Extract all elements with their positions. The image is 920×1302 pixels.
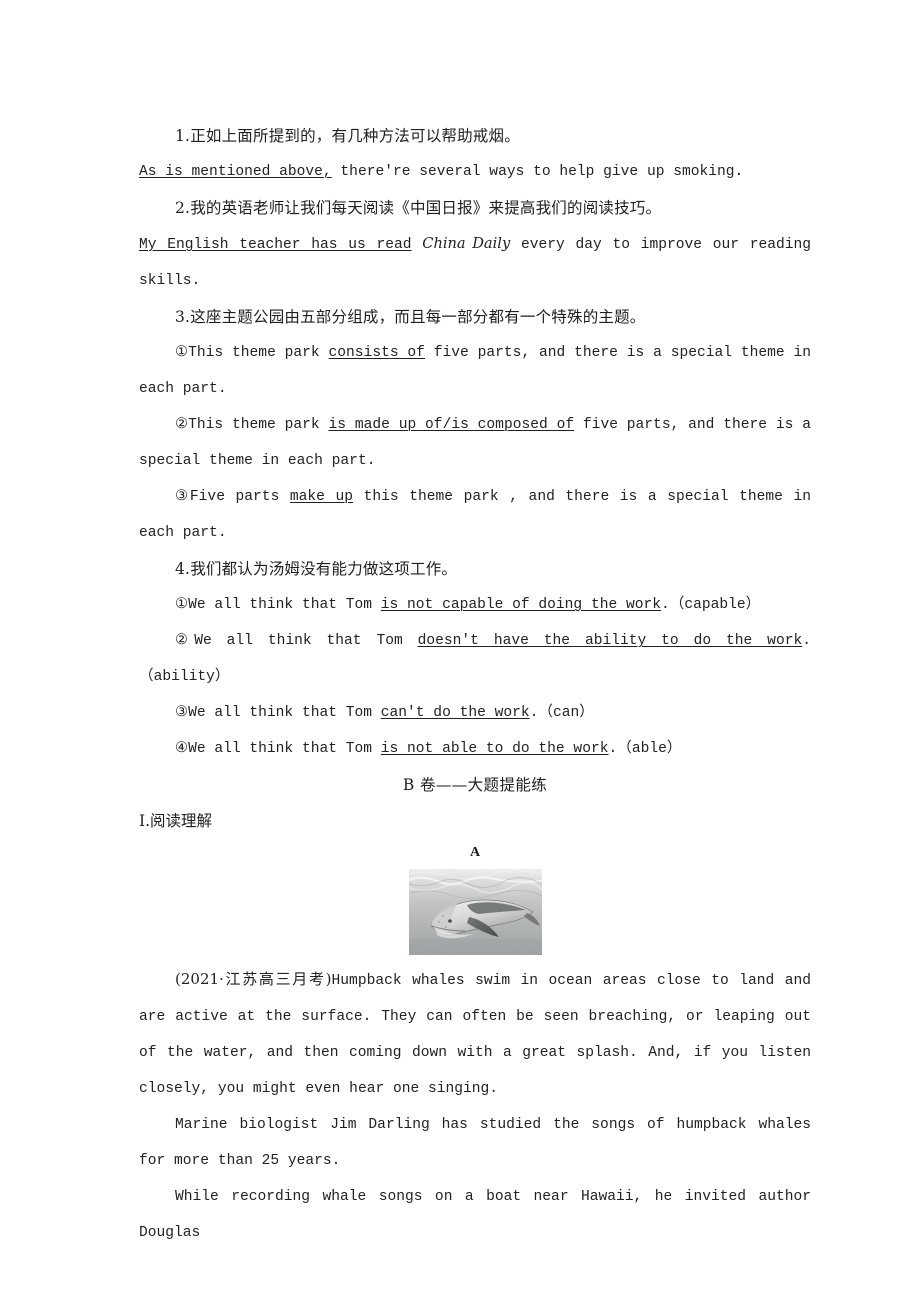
item-3-sub-1-underlined: consists of (328, 345, 425, 361)
item-3-chinese-text: 这座主题公园由五部分组成，而且每一部分都有一个特殊的主题。 (190, 308, 646, 326)
item-4-sub-3-pre: We all think that Tom (188, 705, 381, 721)
item-4-sub-4-pre: We all think that Tom (188, 741, 381, 757)
item-4-chinese-text: 我们都认为汤姆没有能力做这项工作。 (190, 560, 458, 578)
item-4-sub-1-underlined: is not capable of doing the work (380, 597, 662, 613)
item-3-sub-3-underlined: make up (289, 489, 354, 505)
humpback-whale-photo (408, 869, 542, 955)
exercise-item-3-sub-1: ①This theme park consists of five parts,… (139, 335, 811, 407)
item-1-answer-rest: there're several ways to help give up sm… (331, 164, 744, 180)
item-1-underlined-answer: As is mentioned above, (139, 164, 332, 180)
exercise-item-3-sub-2: ②This theme park is made up of/is compos… (139, 407, 811, 479)
item-3-sub-3-marker: ③ (175, 489, 190, 505)
item-1-number: 1. (175, 127, 191, 145)
passage-source-tag: (2021·江苏高三月考) (175, 970, 332, 988)
exercise-item-4-chinese: 4.我们都认为汤姆没有能力做这项工作。 (139, 551, 811, 587)
passage-paragraph-1-text: Humpback whales swim in ocean areas clos… (139, 973, 811, 1097)
item-3-sub-2-marker: ② (175, 417, 189, 433)
item-4-sub-2-pre: We all think that Tom (194, 633, 418, 649)
item-4-sub-3-post: .（can） (529, 705, 594, 721)
passage-paragraph-2: Marine biologist Jim Darling has studied… (139, 1117, 811, 1169)
item-4-sub-3-underlined: can't do the work (380, 705, 530, 721)
item-4-sub-1-pre: We all think that Tom (188, 597, 381, 613)
exercise-item-3-chinese: 3.这座主题公园由五部分组成，而且每一部分都有一个特殊的主题。 (139, 299, 811, 335)
exercise-item-2-chinese: 2.我的英语老师让我们每天阅读《中国日报》来提高我们的阅读技巧。 (139, 190, 811, 226)
item-1-chinese-text: 正如上面所提到的，有几种方法可以帮助戒烟。 (190, 127, 520, 145)
part-heading-reading-comprehension: Ⅰ.阅读理解 (139, 812, 213, 830)
item-4-sub-2-underlined: doesn't have the ability to do the work (417, 633, 803, 649)
item-4-sub-4-marker: ④ (175, 741, 189, 757)
item-4-sub-1-post: .（capable） (661, 597, 761, 613)
exercise-item-1-answer: As is mentioned above, there're several … (139, 154, 811, 190)
exercise-item-4-sub-2: ②We all think that Tom doesn't have the … (139, 623, 811, 695)
item-2-underlined-answer: My English teacher has us read (139, 237, 412, 253)
item-4-sub-1-marker: ① (175, 597, 189, 613)
passage-paragraph-1: (2021·江苏高三月考)Humpback whales swim in oce… (139, 961, 811, 1107)
item-2-number: 2. (175, 199, 191, 217)
exercise-item-4-sub-3: ③We all think that Tom can't do the work… (139, 695, 811, 731)
exercise-item-4-sub-4: ④We all think that Tom is not able to do… (139, 731, 811, 767)
item-4-sub-3-marker: ③ (175, 705, 189, 721)
item-4-sub-4-post: .（able） (608, 741, 682, 757)
figure-container (139, 869, 811, 955)
exercise-item-4-sub-1: ①We all think that Tom is not capable of… (139, 587, 811, 623)
item-2-chinese-text: 我的英语老师让我们每天阅读《中国日报》来提高我们的阅读技巧。 (190, 199, 662, 217)
item-4-sub-4-underlined: is not able to do the work (380, 741, 609, 757)
item-2-italic-title: China Daily (422, 235, 511, 252)
item-3-sub-1-pre: This theme park (188, 345, 329, 361)
item-3-number: 3. (175, 308, 191, 326)
section-heading-b-juan: B 卷——大题提能练 (402, 776, 548, 794)
item-4-sub-2-marker: ② (175, 633, 195, 649)
item-3-sub-1-marker: ① (175, 345, 189, 361)
passage-paragraph-3: While recording whale songs on a boat ne… (139, 1189, 811, 1241)
document-page: 1.正如上面所提到的，有几种方法可以帮助戒烟。 As is mentioned … (139, 118, 811, 1251)
item-4-number: 4. (175, 560, 191, 578)
exercise-item-1-chinese: 1.正如上面所提到的，有几种方法可以帮助戒烟。 (139, 118, 811, 154)
item-3-sub-2-underlined: is made up of/is composed of (328, 417, 575, 433)
item-3-sub-2-pre: This theme park (188, 417, 329, 433)
item-3-sub-3-pre: Five parts (189, 489, 290, 505)
exercise-item-3-sub-3: ③Five parts make up this theme park , an… (139, 479, 811, 551)
passage-label-a: A (469, 845, 481, 860)
exercise-item-2-answer: My English teacher has us read China Dai… (139, 226, 811, 299)
